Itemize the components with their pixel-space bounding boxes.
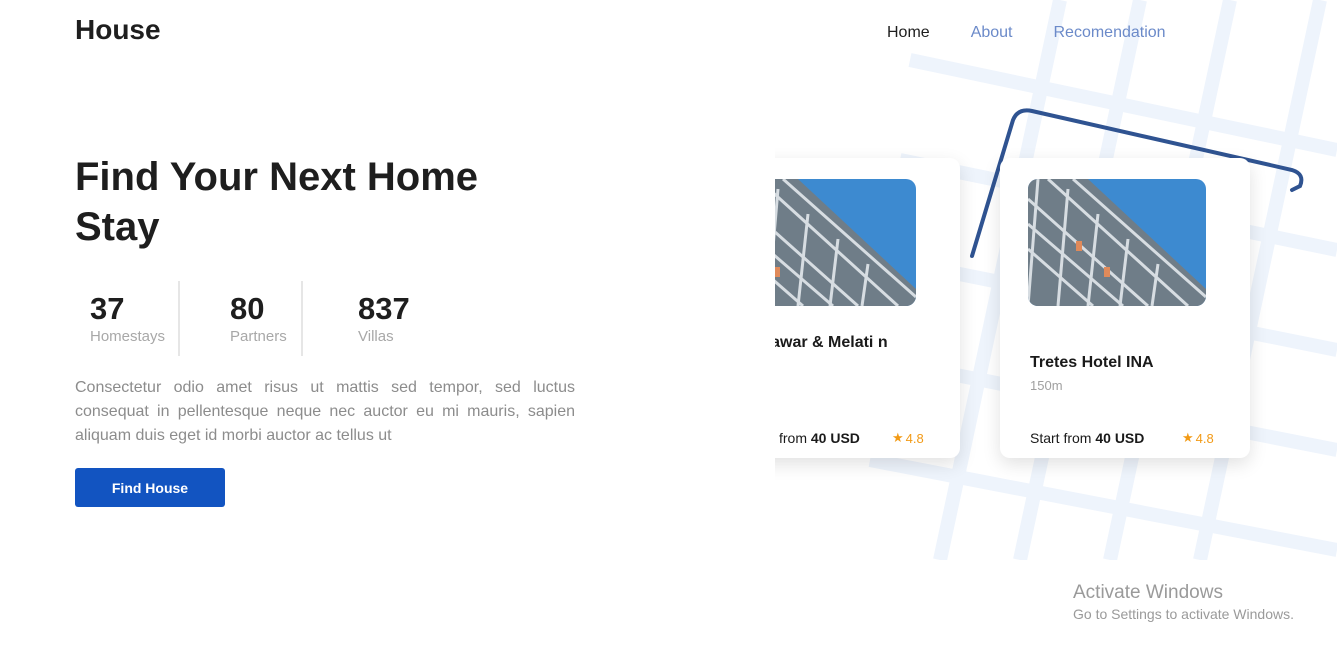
main-nav: Home About Recomendation [887,24,1166,42]
hotel-distance: 150m [1030,378,1063,393]
hotel-image [775,179,916,306]
stats-row: 37 Homestays 80 Partners 837 Villas [75,281,443,356]
hotel-rating: ★ 4.8 [892,430,924,446]
hotel-price: from 40 USD [779,430,860,446]
price-value: 40 USD [1095,430,1145,446]
rating-value: 4.8 [1195,430,1214,446]
hotel-name: Tretes Hotel INA [1030,354,1154,371]
nav-home[interactable]: Home [887,24,930,42]
watermark-title: Activate Windows [1073,582,1223,603]
find-house-button[interactable]: Find House [75,468,225,507]
stat-label: Villas [358,328,394,345]
stat-value: 80 [230,291,265,326]
recommendation-carousel[interactable]: el Mawar & Melati n from 40 USD ★ 4.8 [775,140,1275,480]
stat-villas: 837 Villas [303,281,443,356]
stat-label: Partners [230,328,287,345]
stat-label: Homestays [90,328,166,345]
hotel-name: el Mawar & Melati n [775,334,888,351]
hotel-card[interactable]: el Mawar & Melati n from 40 USD ★ 4.8 [775,158,960,458]
hotel-price: Start from 40 USD [1030,430,1144,446]
stat-partners: 80 Partners [180,281,303,356]
stat-value: 837 [358,291,410,326]
stat-value: 37 [90,291,125,326]
price-value: 40 USD [810,430,860,446]
rating-value: 4.8 [905,430,924,446]
hotel-card[interactable]: Tretes Hotel INA 150m Start from 40 USD … [1000,158,1250,458]
nav-recomendation[interactable]: Recomendation [1054,24,1166,42]
hero-description: Consectetur odio amet risus ut mattis se… [75,379,575,444]
price-prefix: from [779,430,807,446]
star-icon: ★ [1182,430,1194,445]
star-icon: ★ [892,430,904,445]
windows-activation-watermark: Activate Windows Go to Settings to activ… [1073,581,1294,623]
nav-about[interactable]: About [971,24,1013,42]
price-prefix: Start from [1030,430,1092,446]
watermark-subtitle: Go to Settings to activate Windows. [1073,606,1294,622]
hotel-rating: ★ 4.8 [1182,430,1214,446]
hotel-image [1028,179,1206,306]
brand-logo[interactable]: House [75,14,161,46]
stat-homestays: 37 Homestays [75,281,180,356]
hero-title: Find Your Next Home Stay [75,155,479,249]
